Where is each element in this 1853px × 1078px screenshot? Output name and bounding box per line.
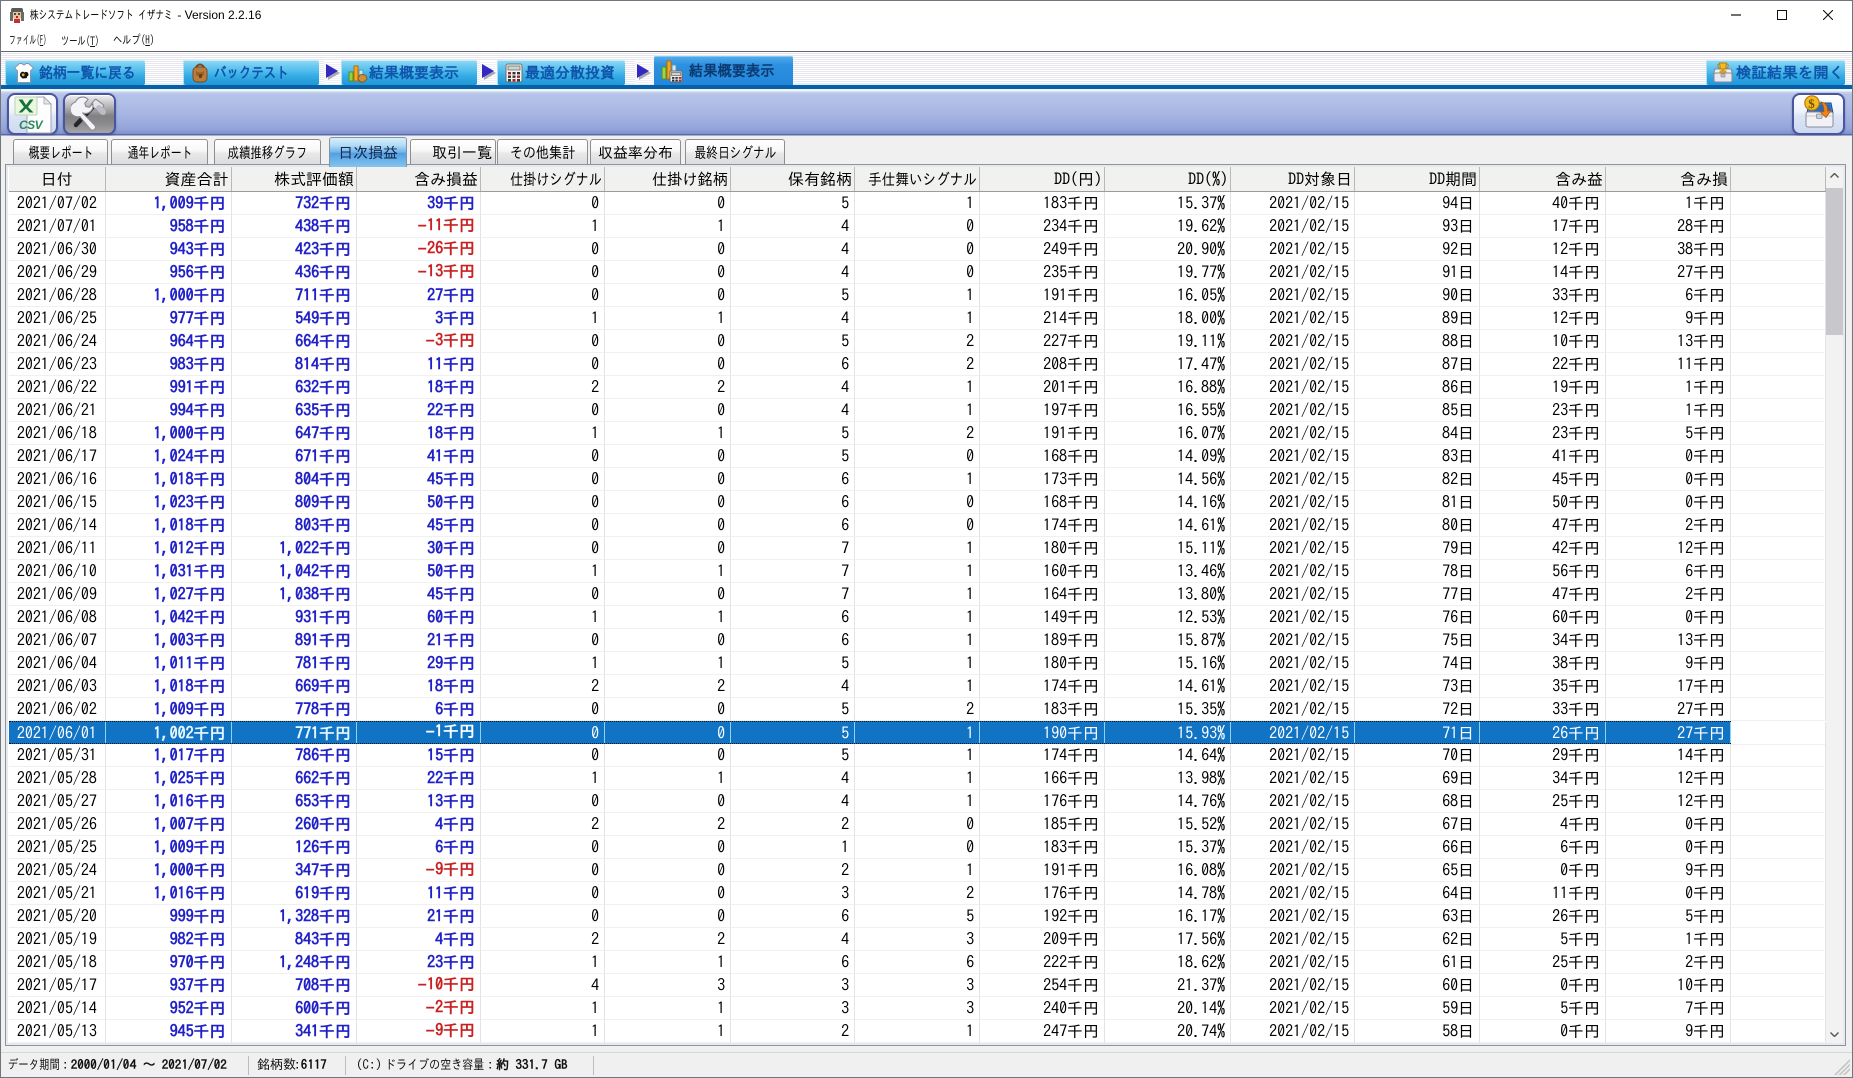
svg-text:$: $	[1808, 96, 1815, 111]
svg-text:CSV: CSV	[19, 118, 44, 132]
